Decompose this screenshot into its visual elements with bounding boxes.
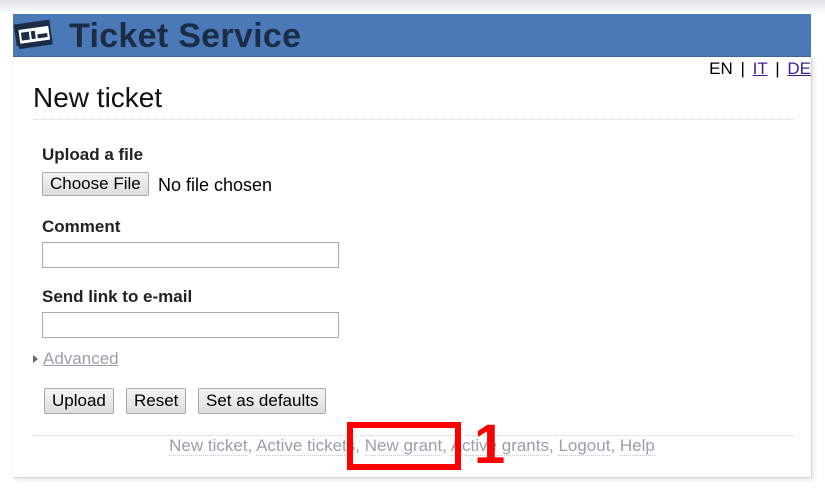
window-top-shadow [0, 0, 825, 14]
language-link-de[interactable]: DE [787, 59, 811, 78]
main-content: EN | IT | DE New ticket Upload a file Ch… [13, 57, 812, 478]
annotation-highlight-box [347, 422, 461, 470]
upload-file-label: Upload a file [42, 145, 144, 164]
footer-link-logout[interactable]: Logout [558, 436, 611, 456]
page-title: New ticket [33, 82, 163, 113]
advanced-label: Advanced [43, 349, 119, 368]
footer-separator: , [247, 436, 257, 455]
language-link-it[interactable]: IT [753, 59, 768, 78]
ticket-logo-icon [13, 16, 57, 56]
language-current: EN [709, 59, 733, 78]
comment-input[interactable] [42, 242, 339, 268]
set-defaults-button[interactable]: Set as defaults [198, 388, 327, 414]
email-label: Send link to e-mail [42, 287, 193, 306]
advanced-toggle[interactable]: Advanced [33, 349, 119, 369]
footer-link-help[interactable]: Help [619, 436, 655, 456]
expand-triangle-icon [33, 354, 38, 363]
upload-button[interactable]: Upload [44, 388, 114, 414]
choose-file-button[interactable]: Choose File [42, 172, 149, 196]
footer-link-new-ticket[interactable]: New ticket [169, 436, 248, 456]
language-separator: | [775, 59, 780, 78]
app-header: Ticket Service [13, 14, 811, 57]
reset-button[interactable]: Reset [126, 388, 187, 414]
app-title: Ticket Service [69, 17, 302, 55]
file-status-text: No file chosen [158, 175, 273, 195]
divider [33, 119, 793, 120]
email-input[interactable] [42, 312, 339, 338]
footer-link-active-tickets[interactable]: Active tickets [256, 436, 356, 456]
language-separator: | [740, 59, 745, 78]
language-switcher: EN | IT | DE [709, 59, 811, 79]
footer-separator: , [610, 436, 620, 455]
comment-label: Comment [42, 217, 121, 236]
annotation-marker: 1 [474, 412, 506, 475]
